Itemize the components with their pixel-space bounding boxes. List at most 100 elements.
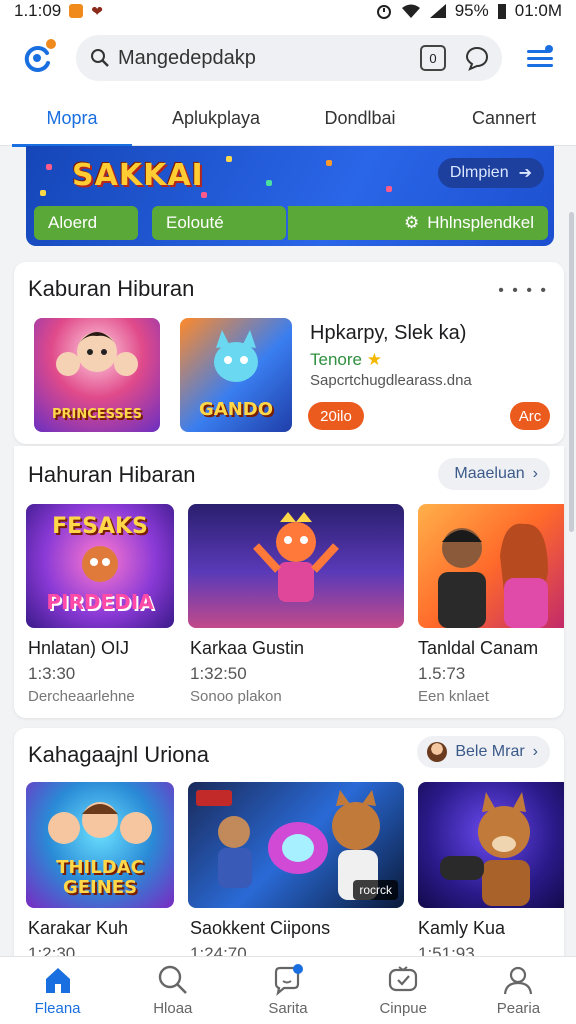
star-icon: ★ bbox=[366, 350, 382, 369]
tab-dondlbai[interactable]: Dondlbai bbox=[288, 94, 432, 145]
signal-icon bbox=[429, 4, 446, 18]
featured-action-button[interactable]: Arc bbox=[510, 402, 550, 430]
characters-art bbox=[438, 523, 548, 628]
nav-chat-label: Sarita bbox=[268, 1000, 308, 1017]
game-card-3-1-label: THILDAC GEINES bbox=[56, 857, 144, 898]
bottom-navigation: Fleana Hloaa Sarita Cinpue Pearia bbox=[0, 956, 576, 1024]
see-all-button-section-3[interactable]: Bele Mrar › bbox=[417, 736, 550, 768]
avatar bbox=[427, 742, 448, 762]
banner-pill-button[interactable]: Dlmpien ➔ bbox=[437, 158, 544, 188]
scrollbar[interactable] bbox=[569, 212, 574, 532]
game-card-3-3[interactable] bbox=[418, 782, 564, 908]
nav-home[interactable]: Fleana bbox=[0, 957, 115, 1024]
nav-search[interactable]: Hloaa bbox=[115, 957, 230, 1024]
banner-button-aloerd[interactable]: Aloerd bbox=[34, 206, 138, 240]
status-bar: 1.1:09 ❤ 95% 01:0M bbox=[0, 0, 576, 22]
section-hahuran-hibaran: Hahuran Hibaran Maaeluan › FESAKS PIRDED… bbox=[14, 446, 564, 718]
game-card-2-1-top-label: FESAKS bbox=[52, 514, 148, 539]
featured-game-name: Hpkarpy, Slek ka) bbox=[310, 322, 467, 344]
category-tabs: Mopra Aplukplaya Dondlbai Cannert bbox=[0, 94, 576, 147]
nav-search-label: Hloaa bbox=[153, 1000, 193, 1017]
game-name: Saokkent Ciipons bbox=[190, 918, 331, 938]
nav-profile-label: Pearia bbox=[496, 1000, 541, 1017]
app-notification-icon bbox=[69, 4, 84, 18]
nav-tv-label: Cinpue bbox=[379, 1000, 427, 1017]
status-time: 1.1:09 bbox=[14, 1, 62, 20]
arrow-right-icon: ➔ bbox=[518, 165, 532, 182]
game-card-3-2[interactable]: rocrck bbox=[188, 782, 404, 908]
promo-banner[interactable]: SAKKAI Dlmpien ➔ Aloerd Eolouté ⚙ Hhlnsp… bbox=[26, 146, 554, 246]
see-all-label: Maaeluan bbox=[454, 465, 525, 482]
see-all-label: Bele Mrar bbox=[455, 743, 525, 760]
game-card-2-2[interactable] bbox=[188, 504, 404, 628]
game-card-2-1[interactable]: FESAKS PIRDEDIA bbox=[26, 504, 174, 628]
search-icon bbox=[157, 964, 189, 996]
game-name: Karakar Kuh bbox=[28, 918, 129, 938]
featured-category-label: Tenore bbox=[310, 350, 362, 369]
see-all-button-section-2[interactable]: Maaeluan › bbox=[438, 458, 550, 490]
banner-button-3-label: Hhlnsplendkel bbox=[427, 213, 534, 232]
character-art bbox=[253, 512, 339, 602]
wifi-icon bbox=[401, 4, 420, 18]
characters-art bbox=[48, 802, 152, 844]
featured-game-category: Tenore ★ bbox=[310, 350, 382, 370]
section-kaburan-hiburan: Kaburan Hiburan • • • • PRINCESSES GANDO… bbox=[14, 262, 564, 444]
game-thumb-2[interactable]: GANDO bbox=[180, 318, 292, 432]
chat-icon bbox=[272, 964, 304, 996]
character-art bbox=[82, 546, 118, 582]
game-size: 1:32:50 bbox=[190, 664, 247, 683]
banner-pill-label: Dlmpien bbox=[449, 164, 509, 181]
qr-scan-button[interactable]: 0 bbox=[420, 45, 446, 71]
game-thumb-2-label: GANDO bbox=[198, 399, 273, 420]
search-input[interactable]: Mangedepdakp bbox=[118, 47, 420, 70]
nav-chat[interactable]: Sarita bbox=[230, 957, 345, 1024]
banner-button-eoloute[interactable]: Eolouté bbox=[152, 206, 286, 240]
game-name: Hnlatan) OIJ bbox=[28, 638, 130, 658]
gear-icon: ⚙ bbox=[403, 213, 420, 232]
character-art bbox=[214, 330, 258, 382]
tab-aplukplaya[interactable]: Aplukplaya bbox=[144, 94, 288, 145]
game-subtitle: Een knlaet bbox=[418, 688, 489, 705]
menu-icon[interactable] bbox=[524, 42, 556, 74]
game-name: Kamly Kua bbox=[418, 918, 506, 938]
game-card-3-2-badge: rocrck bbox=[353, 880, 398, 900]
section-1-title: Kaburan Hiburan bbox=[28, 276, 195, 301]
game-card-2-3[interactable] bbox=[418, 504, 564, 628]
heart-icon: ❤ bbox=[91, 2, 103, 19]
tab-cannert[interactable]: Cannert bbox=[432, 94, 576, 145]
status-clock: 01:0M bbox=[514, 1, 562, 20]
game-name: Karkaa Gustin bbox=[190, 638, 305, 658]
profile-icon bbox=[502, 964, 534, 996]
game-subtitle: Dercheaarlehne bbox=[28, 688, 135, 705]
battery-percent: 95% bbox=[454, 1, 489, 20]
tv-icon bbox=[387, 964, 419, 996]
search-icon bbox=[91, 49, 109, 67]
nav-tv[interactable]: Cinpue bbox=[346, 957, 461, 1024]
game-card-3-1[interactable]: THILDAC GEINES bbox=[26, 782, 174, 908]
character-art bbox=[56, 332, 138, 376]
section-3-title: Kahagaajnl Uriona bbox=[28, 742, 210, 767]
game-card-2-1-label: PIRDEDIA bbox=[46, 590, 154, 614]
character-art bbox=[440, 792, 530, 906]
notification-badge bbox=[46, 39, 56, 49]
game-size: 1:3:30 bbox=[28, 664, 76, 683]
featured-price-button[interactable]: 20ilo bbox=[308, 402, 364, 430]
app-logo-icon[interactable] bbox=[20, 39, 56, 75]
nav-home-label: Fleana bbox=[34, 1000, 81, 1017]
app-header: Mangedepdakp 0 bbox=[0, 22, 576, 94]
game-thumb-1-label: PRINCESSES bbox=[51, 407, 143, 422]
section-kahagaajnl-uriona: Kahagaajnl Uriona Bele Mrar › THILDAC GE… bbox=[14, 728, 564, 968]
game-thumb-1[interactable]: PRINCESSES bbox=[34, 318, 160, 432]
battery-icon bbox=[497, 4, 506, 19]
banner-title: SAKKAI bbox=[72, 158, 204, 193]
chevron-right-icon: › bbox=[532, 465, 538, 482]
search-bar[interactable]: Mangedepdakp 0 bbox=[76, 35, 502, 81]
game-size: 1.5:73 bbox=[418, 664, 466, 683]
message-icon[interactable] bbox=[464, 45, 490, 71]
banner-button-hhlnsplendkel[interactable]: ⚙ Hhlnsplendkel bbox=[288, 206, 548, 240]
tab-mopra[interactable]: Mopra bbox=[0, 94, 144, 147]
nav-profile[interactable]: Pearia bbox=[461, 957, 576, 1024]
chevron-right-icon: › bbox=[532, 743, 538, 760]
more-options-icon[interactable]: • • • • bbox=[498, 282, 548, 300]
home-icon bbox=[42, 964, 74, 996]
